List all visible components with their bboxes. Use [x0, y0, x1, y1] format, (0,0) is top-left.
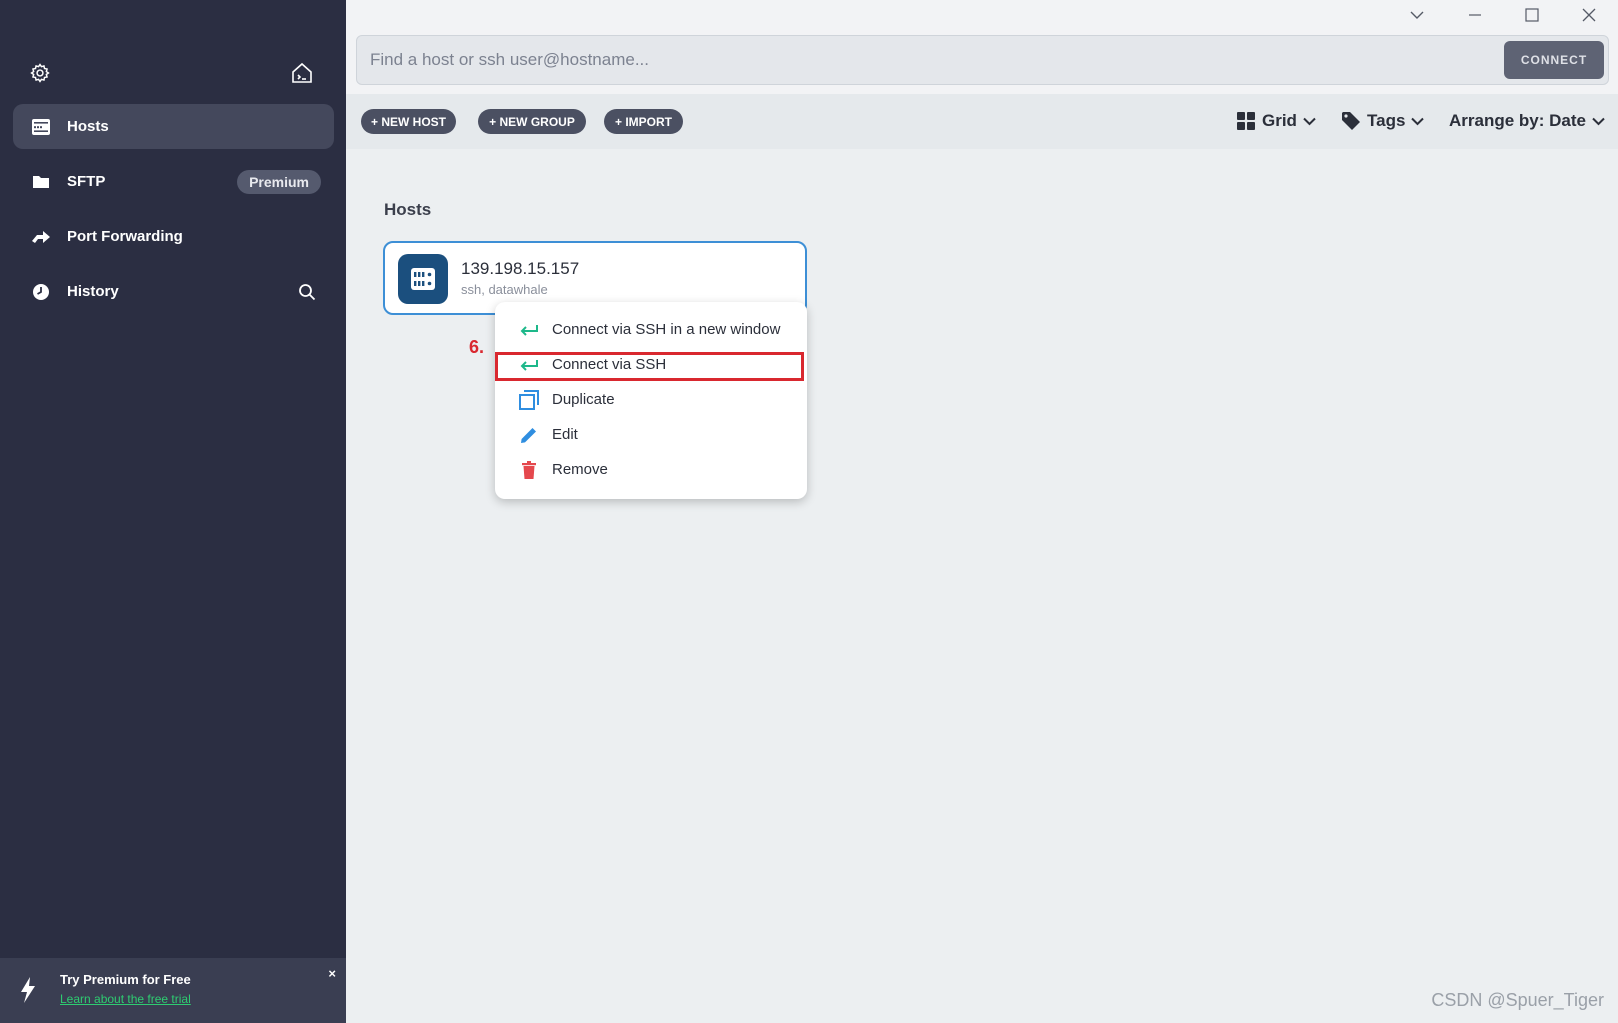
sidebar-item-label: SFTP — [67, 173, 106, 190]
search-icon[interactable] — [296, 281, 318, 303]
section-title: Hosts — [384, 200, 432, 219]
pencil-icon — [517, 423, 541, 447]
connect-button[interactable]: CONNECT — [1504, 41, 1604, 79]
enter-arrow-icon — [517, 318, 541, 342]
arrange-dropdown[interactable]: Arrange by: Date — [1449, 108, 1605, 134]
search-input[interactable] — [370, 36, 1450, 84]
toolbar: + NEW HOST + NEW GROUP + IMPORT Grid Tag… — [346, 94, 1618, 149]
sidebar-item-hosts[interactable]: Hosts — [13, 104, 334, 149]
view-mode-dropdown[interactable]: Grid — [1236, 108, 1316, 134]
watermark: CSDN @Spuer_Tiger — [1431, 990, 1604, 1010]
sidebar-item-label: Port Forwarding — [67, 228, 183, 245]
sidebar-item-label: Hosts — [67, 118, 109, 135]
duplicate-icon — [517, 388, 541, 412]
close-icon[interactable]: × — [328, 966, 336, 981]
menu-item-label: Edit — [552, 426, 578, 443]
menu-item-label: Remove — [552, 461, 608, 478]
lightning-icon — [18, 976, 38, 1009]
grid-icon — [1237, 112, 1255, 130]
server-icon — [27, 113, 55, 141]
sidebar-item-label: History — [67, 283, 119, 300]
step-annotation: 6. — [469, 337, 485, 357]
server-icon — [398, 254, 448, 304]
premium-promo: Try Premium for Free Learn about the fre… — [0, 958, 346, 1023]
menu-item-connect-ssh[interactable]: Connect via SSH — [495, 347, 807, 382]
terminal-home-icon[interactable] — [289, 60, 315, 86]
promo-title: Try Premium for Free — [60, 972, 191, 987]
chevron-down-icon[interactable] — [1399, 4, 1435, 26]
menu-item-remove[interactable]: Remove — [495, 452, 807, 487]
gear-icon[interactable] — [27, 60, 53, 86]
search-box: CONNECT — [356, 35, 1609, 85]
search-bar: CONNECT — [346, 30, 1618, 94]
tags-dropdown[interactable]: Tags — [1341, 108, 1425, 134]
import-button[interactable]: + IMPORT — [604, 109, 683, 134]
chevron-down-icon — [1303, 117, 1316, 125]
enter-arrow-icon — [517, 353, 541, 377]
clock-icon — [27, 278, 55, 306]
new-group-button[interactable]: + NEW GROUP — [478, 109, 586, 134]
folder-icon — [27, 168, 55, 196]
menu-item-duplicate[interactable]: Duplicate — [495, 382, 807, 417]
tag-icon — [1342, 112, 1360, 130]
new-host-button[interactable]: + NEW HOST — [361, 109, 456, 134]
chevron-down-icon — [1592, 117, 1605, 125]
main-area: CONNECT + NEW HOST + NEW GROUP + IMPORT … — [346, 0, 1618, 1023]
title-bar — [346, 0, 1618, 30]
sidebar-item-sftp[interactable]: SFTP Premium — [13, 159, 334, 204]
menu-item-label: Duplicate — [552, 391, 615, 408]
sidebar: Hosts SFTP Premium Port Forwarding Histo… — [0, 0, 346, 1023]
trash-icon — [517, 458, 541, 482]
menu-item-label: Connect via SSH — [552, 356, 667, 373]
maximize-icon[interactable] — [1514, 4, 1550, 26]
close-window-icon[interactable] — [1571, 4, 1607, 26]
menu-item-label: Connect via SSH in a new window — [552, 321, 781, 338]
context-menu: Connect via SSH in a new window Connect … — [495, 302, 807, 499]
arrange-label: Arrange by: Date — [1449, 111, 1586, 130]
host-subtitle: ssh, datawhale — [461, 282, 548, 297]
tags-label: Tags — [1367, 111, 1406, 130]
sidebar-item-port-forwarding[interactable]: Port Forwarding — [13, 214, 334, 259]
port-forward-icon — [27, 223, 55, 251]
menu-item-connect-new-window[interactable]: Connect via SSH in a new window — [495, 312, 807, 347]
minimize-icon[interactable] — [1457, 4, 1493, 26]
chevron-down-icon — [1411, 117, 1425, 125]
menu-item-edit[interactable]: Edit — [495, 417, 807, 452]
premium-badge: Premium — [237, 169, 321, 194]
sidebar-item-history[interactable]: History — [13, 269, 334, 314]
free-trial-link[interactable]: Learn about the free trial — [60, 992, 191, 1006]
host-name: 139.198.15.157 — [461, 259, 580, 278]
view-mode-label: Grid — [1262, 111, 1297, 130]
